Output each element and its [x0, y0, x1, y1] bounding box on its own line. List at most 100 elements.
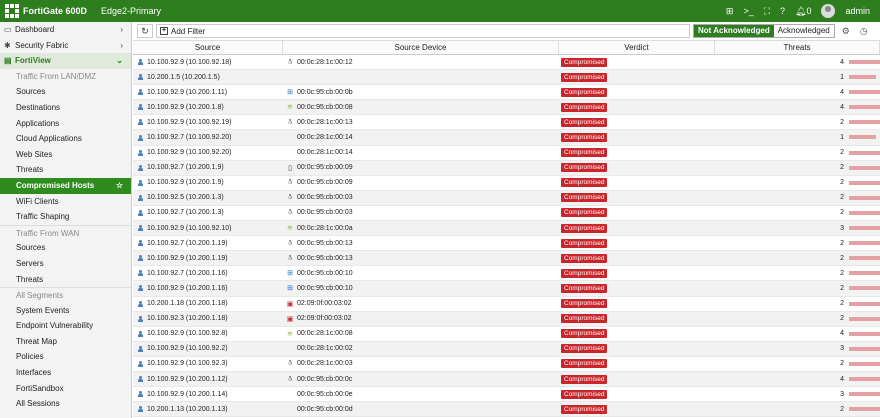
threats-cell: 2 [715, 161, 880, 175]
fullscreen-icon[interactable]: ⛶ [764, 6, 770, 17]
sidebar-item-all-sessions[interactable]: All Sessions [0, 396, 131, 412]
column-header-threats[interactable]: Threats [715, 41, 880, 54]
source-device-cell: 🐧︎ 00:0c:95:cb:00:03 [283, 191, 559, 205]
threat-bar [849, 376, 880, 381]
table-row[interactable]: 10.100.92.9 (10.100.92.19) 🐧︎ 00:0c:28:1c:… [133, 115, 880, 131]
threats-cell: 2 [715, 312, 880, 326]
table-row[interactable]: 10.100.92.9 (10.100.92.10) 🤖︎ 00:0c:28:1c:… [133, 221, 880, 237]
device-mac: 00:0c:95:cb:00:09 [297, 179, 353, 187]
threats-cell: 2 [715, 357, 880, 371]
sidebar-item-wifi-clients[interactable]: WiFi Clients [0, 194, 131, 210]
source-device-cell: ⊞ 00:0c:95:cb:00:10 [283, 281, 559, 295]
sidebar-item-web-sites[interactable]: Web Sites [0, 147, 131, 163]
sidebar-item-interfaces[interactable]: Interfaces [0, 365, 131, 381]
sidebar-item-dashboard[interactable]: ▭ Dashboard › [0, 22, 131, 38]
source-text: 10.100.92.9 (10.100.92.8) [147, 330, 228, 338]
fortinet-os-icon: ▣ [286, 315, 294, 323]
table-row[interactable]: 10.100.92.9 (10.100.92.18) 🐧︎ 00:0c:28:1c:… [133, 55, 880, 71]
column-header-source-device[interactable]: Source Device [283, 41, 559, 54]
sidebar-item-security-fabric[interactable]: ✱ Security Fabric › [0, 38, 131, 54]
source-cell: 10.100.92.9 (10.200.1.19) [133, 251, 283, 265]
linux-os-icon: 🐧︎ [287, 118, 293, 126]
verdict-badge: Compromised [561, 299, 608, 309]
sidebar-item-threats[interactable]: Threats [0, 162, 131, 178]
source-text: 10.100.92.7 (10.200.1.9) [147, 164, 224, 172]
sidebar-item-endpoint-vulnerability[interactable]: Endpoint Vulnerability [0, 318, 131, 334]
threat-bar [849, 60, 880, 64]
not-acknowledged-button[interactable]: Not Acknowledged [694, 25, 774, 37]
threat-bar [849, 286, 880, 291]
table-row[interactable]: 10.100.92.9 (10.200.1.11) ⊞ 00:0c:95:cb:00… [133, 85, 880, 101]
table-row[interactable]: 10.200.1.18 (10.200.1.18) ▣ 02:09:0f:00:03… [133, 297, 880, 312]
sidebar-item-compromised-hosts[interactable]: Compromised Hosts ☆ [0, 177, 131, 194]
sidebar-item-servers[interactable]: Servers [0, 256, 131, 272]
sidebar-item-applications[interactable]: Applications [0, 116, 131, 132]
user-name[interactable]: admin [845, 6, 870, 16]
sidebar-item-label: Compromised Hosts [16, 180, 95, 190]
table-row[interactable]: 10.100.92.9 (10.200.1.14) 00:0c:95:cb:00:… [133, 387, 880, 403]
table-row[interactable]: 10.100.92.7 (10.100.92.20) 00:0c:28:1c:00… [133, 130, 880, 146]
table-row[interactable]: 10.100.92.9 (10.200.1.9) 🐧︎ 00:0c:95:cb:00… [133, 176, 880, 191]
table-row[interactable]: 10.100.92.9 (10.200.1.8) 🤖︎ 00:0c:95:cb:00… [133, 100, 880, 116]
threat-bar [849, 75, 876, 80]
device-mac: 00:0c:95:cb:00:0b [297, 88, 353, 96]
sidebar-item-label: Dashboard [15, 25, 55, 34]
table-row[interactable]: 10.100.92.9 (10.200.1.19) 🐧︎ 00:0c:95:cb:0… [133, 251, 880, 267]
avatar[interactable] [821, 4, 836, 18]
source-text: 10.100.92.9 (10.100.92.20) [147, 149, 232, 157]
cli-console-icon[interactable]: >_ [743, 6, 753, 16]
threat-bar [849, 346, 880, 351]
sidebar-item-cloud-applications[interactable]: Cloud Applications [0, 131, 131, 147]
sidebar-item-sources[interactable]: Sources [0, 240, 131, 256]
source-text: 10.100.92.7 (10.200.1.3) [147, 209, 224, 217]
table-row[interactable]: 10.100.92.7 (10.200.1.19) 🐧︎ 00:0c:95:cb:0… [133, 236, 880, 252]
threats-cell: 2 [715, 206, 880, 220]
sidebar-item-policies[interactable]: Policies [0, 349, 131, 365]
verdict-badge: Compromised [561, 163, 608, 173]
sidebar-item-system-events[interactable]: System Events [0, 303, 131, 319]
sidebar-item-destinations[interactable]: Destinations [0, 100, 131, 116]
sidebar-item-fortiview[interactable]: ▤ FortiView ⌄ [0, 53, 131, 69]
sidebar-item-sources[interactable]: Sources [0, 84, 131, 100]
table-row[interactable]: 10.100.92.7 (10.200.1.3) 🐧︎ 00:0c:95:cb:00… [133, 206, 880, 222]
notifications-icon[interactable]: 🔔︎0 [795, 6, 811, 17]
table-row[interactable]: 10.100.92.5 (10.200.1.3) 🐧︎ 00:0c:95:cb:00… [133, 190, 880, 206]
threats-cell: 4 [715, 100, 880, 114]
time-period-icon[interactable]: ◷ [857, 24, 871, 38]
source-cell: 10.100.92.9 (10.200.1.11) [133, 85, 283, 99]
help-icon[interactable]: ? [780, 6, 785, 16]
fortinet-os-icon: ▣ [286, 300, 294, 308]
source-text: 10.100.92.9 (10.200.1.8) [147, 103, 224, 111]
settings-gear-icon[interactable]: ⚙ [839, 24, 853, 38]
table-row[interactable]: 10.200.1.5 (10.200.1.5) Compromised 1 [133, 70, 880, 86]
table-row[interactable]: 10.100.92.9 (10.100.92.8) 🤖︎ 00:0c:28:1c:0… [133, 327, 880, 342]
table-row[interactable]: 10.100.92.7 (10.200.1.16) ⊞ 00:0c:95:cb:00… [133, 266, 880, 282]
source-text: 10.100.92.9 (10.200.1.19) [147, 254, 228, 262]
table-row[interactable]: 10.100.92.9 (10.200.1.16) ⊞ 00:0c:95:cb:00… [133, 281, 880, 297]
sidebar-item-traffic-shaping[interactable]: Traffic Shaping [0, 209, 131, 225]
source-text: 10.100.92.7 (10.200.1.19) [147, 239, 228, 247]
table-row[interactable]: 10.200.1.13 (10.200.1.13) 00:0c:95:cb:00:… [133, 402, 880, 418]
sidebar-item-threats[interactable]: Threats [0, 272, 131, 288]
acknowledged-button[interactable]: Acknowledged [773, 25, 834, 37]
table-row[interactable]: 10.100.92.9 (10.100.92.2) 00:0c:28:1c:00:… [133, 341, 880, 357]
source-cell: 10.100.92.9 (10.200.1.12) [133, 372, 283, 386]
linux-os-icon: 🐧︎ [287, 375, 293, 383]
favorite-star-icon[interactable]: ☆ [116, 178, 123, 194]
table-row[interactable]: 10.100.92.9 (10.100.92.20) 00:0c:28:1c:00… [133, 146, 880, 161]
source-text: 10.100.92.9 (10.200.1.14) [147, 390, 228, 398]
source-cell: 10.100.92.7 (10.200.1.3) [133, 206, 283, 220]
fortinet-logo[interactable]: FortiGate 600D [5, 4, 87, 18]
refresh-button[interactable]: ↻ [137, 24, 153, 38]
table-row[interactable]: 10.100.92.7 (10.200.1.9) ▯ 00:0c:95:cb:00:… [133, 160, 880, 176]
add-filter-input[interactable]: + Add Filter [156, 24, 690, 38]
table-row[interactable]: 10.100.92.9 (10.200.1.12) 🐧︎ 00:0c:95:cb:0… [133, 371, 880, 388]
column-header-source[interactable]: Source [133, 41, 283, 54]
threats-cell: 4 [715, 327, 880, 341]
grid-icon[interactable]: ⊞ [726, 6, 734, 17]
sidebar-item-fortisandbox[interactable]: FortiSandbox [0, 381, 131, 397]
table-row[interactable]: 10.100.92.3 (10.200.1.18) ▣ 02:09:0f:00:03… [133, 311, 880, 327]
column-header-verdict[interactable]: Verdict [559, 41, 715, 54]
sidebar-item-threat-map[interactable]: Threat Map [0, 334, 131, 350]
table-row[interactable]: 10.100.92.9 (10.100.92.3) 🐧︎ 00:0c:28:1c:0… [133, 357, 880, 372]
